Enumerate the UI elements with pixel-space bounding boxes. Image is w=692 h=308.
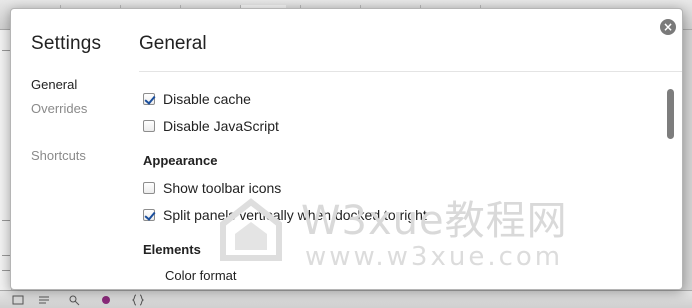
nav-item-general[interactable]: General — [31, 77, 77, 92]
settings-content: Disable cache Disable JavaScript Appeara… — [143, 71, 663, 289]
nav-item-overrides[interactable]: Overrides — [31, 101, 87, 116]
disable-cache-checkbox[interactable] — [143, 93, 155, 105]
devtools-status-bar — [0, 290, 692, 308]
split-panels-label: Split panels vertically when docked to r… — [163, 207, 427, 223]
disable-javascript-label: Disable JavaScript — [163, 118, 279, 134]
show-toolbar-icons-option[interactable]: Show toolbar icons — [143, 179, 281, 197]
split-panels-option[interactable]: Split panels vertically when docked to r… — [143, 206, 427, 224]
disable-cache-label: Disable cache — [163, 91, 251, 107]
page-title: General — [139, 33, 207, 54]
disable-javascript-option[interactable]: Disable JavaScript — [143, 117, 279, 135]
disable-javascript-checkbox[interactable] — [143, 120, 155, 132]
nav-item-shortcuts[interactable]: Shortcuts — [31, 148, 86, 163]
show-toolbar-icons-checkbox[interactable] — [143, 182, 155, 194]
console-icon[interactable] — [38, 294, 50, 306]
dock-icon[interactable] — [12, 294, 24, 306]
disable-cache-option[interactable]: Disable cache — [143, 90, 251, 108]
close-icon[interactable]: × — [660, 19, 676, 35]
show-toolbar-icons-label: Show toolbar icons — [163, 180, 282, 196]
settings-dialog: × Settings General Overrides Shortcuts G… — [10, 8, 683, 290]
settings-sidebar: Settings General Overrides Shortcuts — [11, 9, 139, 289]
color-format-label: Color format — [165, 268, 237, 283]
split-panels-checkbox[interactable] — [143, 209, 155, 221]
settings-title: Settings — [31, 33, 102, 54]
search-icon[interactable] — [68, 294, 80, 306]
scrollbar-thumb[interactable] — [667, 89, 674, 139]
inspect-icon[interactable] — [100, 294, 112, 306]
appearance-heading: Appearance — [143, 153, 218, 168]
braces-icon[interactable] — [132, 294, 144, 306]
elements-heading: Elements — [143, 242, 201, 257]
